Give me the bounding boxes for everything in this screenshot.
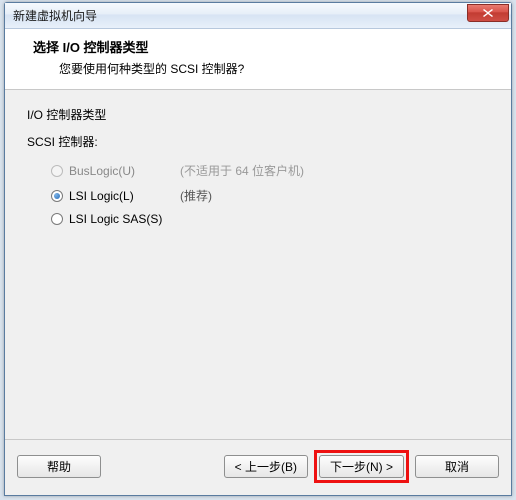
option-label: LSI Logic SAS(S)	[69, 212, 174, 226]
scsi-controller-label: SCSI 控制器:	[27, 133, 489, 150]
wizard-header: 选择 I/O 控制器类型 您要使用何种类型的 SCSI 控制器?	[5, 29, 511, 90]
close-icon	[483, 9, 493, 17]
radio-icon	[51, 213, 63, 225]
header-title: 选择 I/O 控制器类型	[19, 37, 497, 56]
wizard-content: I/O 控制器类型 SCSI 控制器: BusLogic(U) (不适用于 64…	[5, 90, 511, 439]
titlebar: 新建虚拟机向导	[5, 3, 511, 29]
radio-option-lsi-logic-sas[interactable]: LSI Logic SAS(S)	[27, 208, 489, 230]
help-button[interactable]: 帮助	[17, 455, 101, 478]
option-hint: (推荐)	[180, 187, 212, 204]
close-button[interactable]	[467, 4, 509, 22]
radio-icon	[51, 165, 63, 177]
radio-icon	[51, 190, 63, 202]
window-title: 新建虚拟机向导	[13, 7, 467, 24]
back-button[interactable]: < 上一步(B)	[224, 455, 308, 478]
radio-option-buslogic: BusLogic(U) (不适用于 64 位客户机)	[27, 158, 489, 183]
io-controller-type-label: I/O 控制器类型	[27, 106, 489, 123]
radio-dot-icon	[54, 193, 60, 199]
wizard-footer: 帮助 < 上一步(B) 下一步(N) > 取消	[5, 439, 511, 495]
option-hint: (不适用于 64 位客户机)	[180, 162, 304, 179]
option-label: LSI Logic(L)	[69, 189, 174, 203]
next-button[interactable]: 下一步(N) >	[319, 455, 404, 478]
option-label: BusLogic(U)	[69, 164, 174, 178]
header-subtitle: 您要使用何种类型的 SCSI 控制器?	[19, 60, 497, 77]
next-button-highlight: 下一步(N) >	[314, 450, 409, 483]
cancel-button[interactable]: 取消	[415, 455, 499, 478]
radio-option-lsi-logic[interactable]: LSI Logic(L) (推荐)	[27, 183, 489, 208]
wizard-window: 新建虚拟机向导 选择 I/O 控制器类型 您要使用何种类型的 SCSI 控制器?…	[4, 2, 512, 496]
